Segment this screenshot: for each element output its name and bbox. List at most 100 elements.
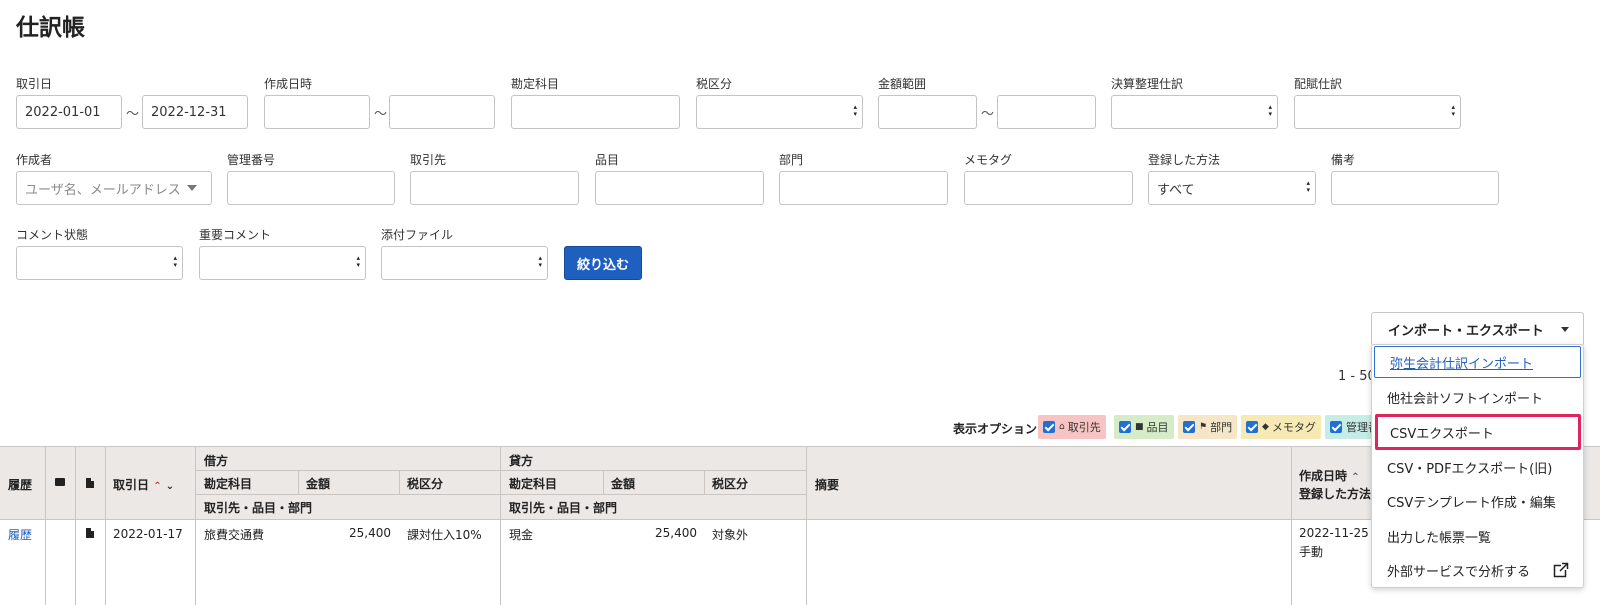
checkbox-checked-icon (1119, 421, 1131, 433)
zeikubun-select[interactable] (696, 95, 863, 129)
menu-item-label: 他社会計ソフトインポート (1387, 391, 1544, 407)
torihikibi-from-input[interactable]: 2022-01-01 (16, 95, 122, 129)
header-kashikata: 貸方 (509, 454, 534, 468)
menu-item-label: CSV・PDFエクスポート(旧) (1387, 461, 1553, 477)
range-tilde: 〜 (126, 107, 140, 122)
row-debit-tax: 課対仕入10% (407, 528, 482, 542)
divider (0, 446, 1600, 447)
kanjo-kamoku-input[interactable] (511, 95, 680, 129)
chip-label: 取引先 (1067, 421, 1101, 434)
kingaku-hani-from-input[interactable] (878, 95, 977, 129)
tenpu-file-label: 添付ファイル (381, 228, 454, 242)
header-debit-tax: 税区分 (407, 477, 444, 491)
chip-label: メモタグ (1271, 421, 1316, 434)
menu-item-other-software-import[interactable]: 他社会計ソフトインポート (1372, 381, 1583, 413)
header-sakusei-nichiji[interactable]: 作成日時 ⌃ (1299, 467, 1360, 484)
sakusei-nichiji-to-input[interactable] (389, 95, 495, 129)
row-date: 2022-01-17 (113, 527, 183, 541)
menu-item-csv-pdf-export-old[interactable]: CSV・PDFエクスポート(旧) (1372, 451, 1583, 483)
comment-jotai-label: コメント状態 (16, 228, 89, 242)
bumon-input[interactable] (779, 171, 948, 205)
divider (500, 446, 501, 605)
sort-ascending-icon: ⌃ (153, 481, 162, 492)
divider (0, 519, 1600, 520)
kanri-bango-label: 管理番号 (227, 153, 276, 167)
kanri-bango-input[interactable] (227, 171, 395, 205)
import-export-menu: 弥生会計仕訳インポート 他社会計ソフトインポート CSVエクスポート CSV・P… (1371, 344, 1584, 588)
torihikisaki-input[interactable] (410, 171, 579, 205)
divider (75, 446, 76, 605)
divider (704, 470, 705, 494)
comment-jotai-select[interactable] (16, 246, 183, 280)
header-toroku-hoho: 登録した方法 (1299, 487, 1372, 501)
header-rireki: 履歴 (8, 478, 33, 492)
sakuseisha-label: 作成者 (16, 153, 53, 167)
chevron-down-icon: ⌄ (165, 481, 175, 492)
kingaku-hani-to-input[interactable] (997, 95, 1096, 129)
header-credit-account: 勘定科目 (509, 477, 558, 491)
torihikibi-to-input[interactable]: 2022-12-31 (142, 95, 248, 129)
chip-label: 品目 (1146, 421, 1169, 434)
header-tekiyo: 摘要 (815, 478, 840, 492)
menu-item-external-analysis[interactable]: 外部サービスで分析する (1372, 554, 1583, 586)
hinmoku-input[interactable] (595, 171, 764, 205)
header-debit-amount: 金額 (306, 477, 331, 491)
memo-tag-label: メモタグ (964, 153, 1013, 167)
row-debit-amount: 25,400 (349, 526, 391, 540)
biko-input[interactable] (1331, 171, 1499, 205)
header-debit-account: 勘定科目 (204, 477, 253, 491)
divider (1291, 446, 1292, 605)
display-option-torihikisaki[interactable]: ⌂ 取引先 (1038, 415, 1106, 439)
chevron-down-icon (187, 185, 197, 191)
sakusei-nichiji-from-input[interactable] (264, 95, 370, 129)
chevron-down-icon (1561, 327, 1569, 332)
document-icon[interactable] (86, 528, 94, 538)
zeikubun-label: 税区分 (696, 77, 733, 91)
import-export-button[interactable]: インポート・エクスポート (1371, 312, 1584, 346)
tenpu-file-select[interactable] (381, 246, 548, 280)
menu-item-csv-export[interactable]: CSVエクスポート (1375, 414, 1581, 450)
display-option-bumon[interactable]: ⚑ 部門 (1178, 415, 1238, 439)
range-tilde: 〜 (981, 107, 995, 122)
memo-tag-input[interactable] (964, 171, 1133, 205)
divider (603, 470, 604, 494)
sort-icon: ⌃ (1351, 472, 1360, 483)
display-option-hinmoku[interactable]: ■ 品目 (1114, 415, 1174, 439)
biko-label: 備考 (1331, 153, 1356, 167)
divider (399, 470, 400, 494)
header-torihikibi-label: 取引日 (113, 478, 150, 492)
checkbox-checked-icon (1043, 421, 1055, 433)
divider (45, 446, 46, 605)
juyo-comment-label: 重要コメント (199, 228, 272, 242)
menu-item-output-list[interactable]: 出力した帳票一覧 (1372, 520, 1583, 552)
journal-table: 履歴 取引日 ⌃ ⌄ 借方 勘定科目 金額 税区分 取引先・品目・部門 貸方 勘… (0, 446, 1600, 605)
header-torihikibi[interactable]: 取引日 ⌃ ⌄ (113, 476, 174, 493)
import-export-label: インポート・エクスポート (1388, 323, 1544, 339)
kessan-seiri-select[interactable] (1111, 95, 1278, 129)
checkbox-checked-icon (1183, 421, 1195, 433)
divider (298, 470, 299, 494)
toroku-hoho-select[interactable]: すべて (1148, 171, 1316, 205)
display-option-memo-tag[interactable]: ◆ メモタグ (1241, 415, 1321, 439)
kanjo-kamoku-label: 勘定科目 (511, 77, 560, 91)
juyo-comment-select[interactable] (199, 246, 366, 280)
menu-item-yayoi-import[interactable]: 弥生会計仕訳インポート (1374, 346, 1581, 378)
menu-item-label: CSVエクスポート (1390, 426, 1494, 442)
display-options-label: 表示オプション (953, 422, 1038, 436)
haifu-label: 配賦仕訳 (1294, 77, 1343, 91)
rireki-link[interactable]: 履歴 (8, 526, 32, 543)
haifu-select[interactable] (1294, 95, 1461, 129)
header-credit-amount: 金額 (611, 477, 636, 491)
sakuseisha-select[interactable]: ユーザ名、メールアドレス (16, 171, 212, 205)
divider (105, 446, 106, 605)
header-debit-partner: 取引先・品目・部門 (204, 501, 313, 515)
flag-icon: ⚑ (1199, 422, 1208, 432)
page-title: 仕訳帳 (16, 15, 85, 41)
row-debit-account: 旅費交通費 (204, 528, 265, 542)
comment-icon (55, 478, 65, 486)
filter-submit-button[interactable]: 絞り込む (564, 246, 642, 280)
row-credit-amount: 25,400 (655, 526, 697, 540)
menu-item-csv-template[interactable]: CSVテンプレート作成・編集 (1372, 485, 1583, 517)
row-credit-account: 現金 (509, 528, 534, 542)
torihikibi-label: 取引日 (16, 77, 53, 91)
